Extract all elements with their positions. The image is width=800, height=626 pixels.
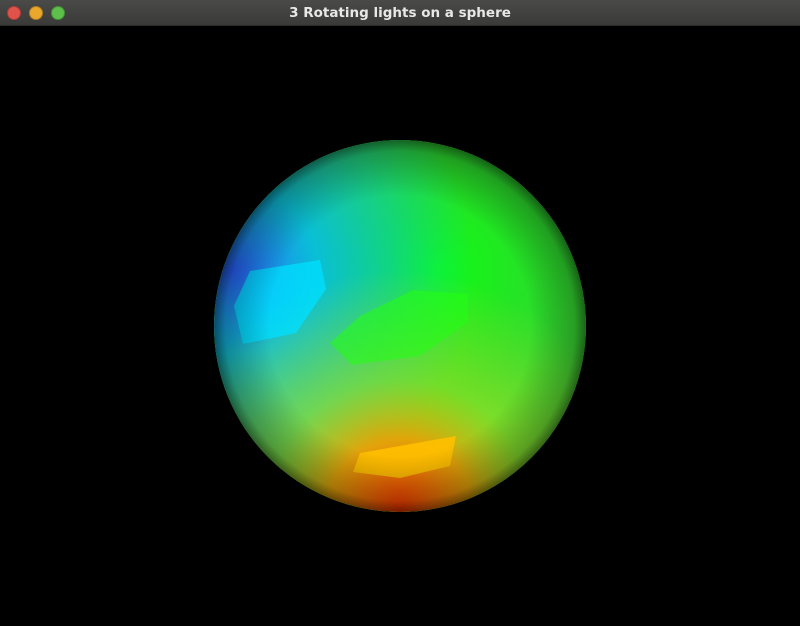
title-bar[interactable]: 3 Rotating lights on a sphere [0, 0, 800, 26]
render-viewport[interactable] [0, 26, 800, 626]
window-title: 3 Rotating lights on a sphere [289, 5, 511, 21]
scene-canvas [214, 140, 586, 512]
sphere-edge-shading [214, 140, 586, 512]
app-window: 3 Rotating lights on a sphere [0, 0, 800, 626]
sphere-lighting [214, 140, 586, 512]
